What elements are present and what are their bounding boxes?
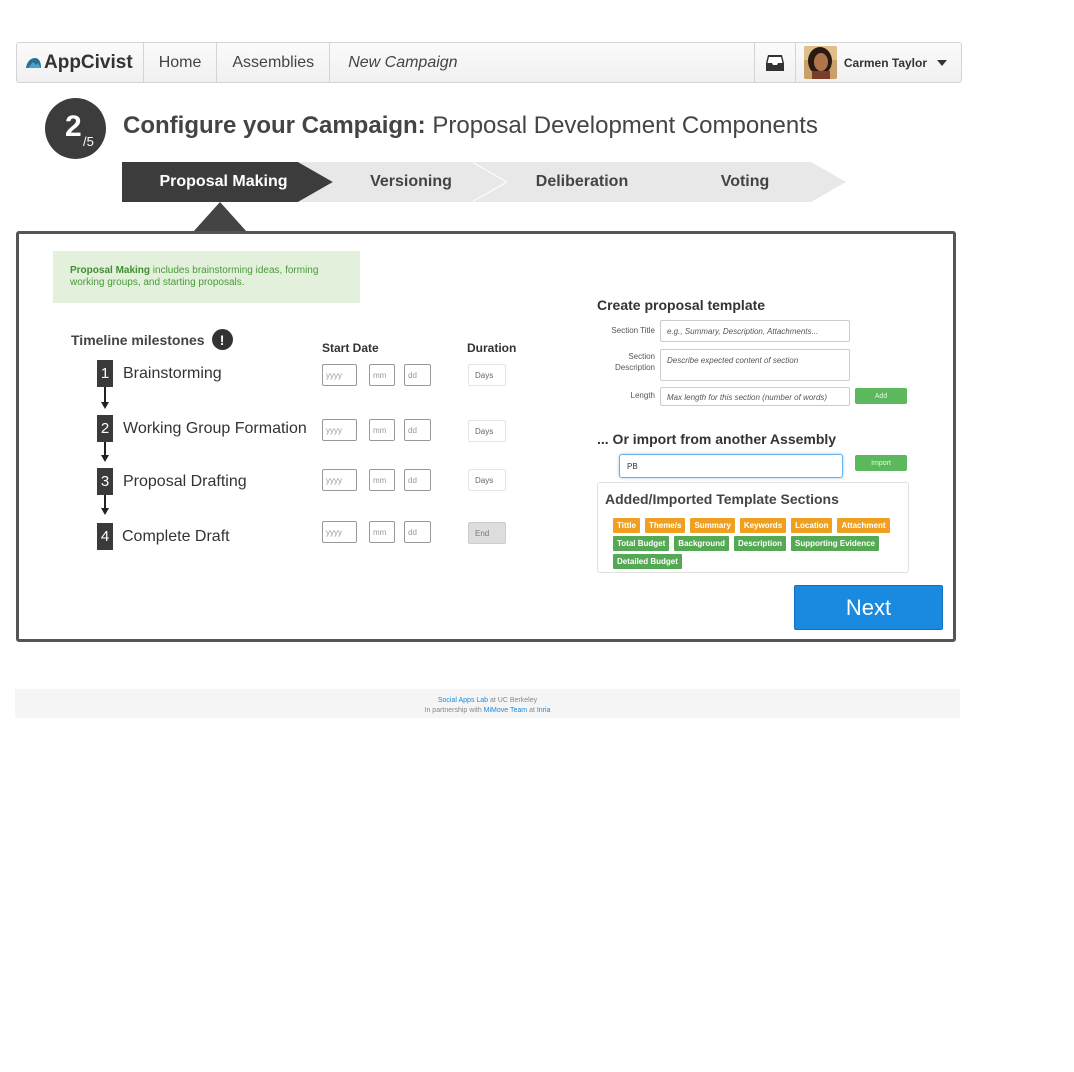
day-input[interactable]: dd <box>404 364 431 386</box>
duration-input[interactable]: Days <box>468 469 506 491</box>
page-title: Configure your Campaign: Proposal Develo… <box>123 112 818 140</box>
section-tag[interactable]: Tittle <box>613 518 640 533</box>
section-tag[interactable]: Theme/s <box>644 518 686 533</box>
section-tag[interactable]: Supporting Evidence <box>790 536 879 551</box>
milestone-label: Proposal Drafting <box>123 473 247 490</box>
milestone-number: 4 <box>97 523 113 550</box>
section-tag[interactable]: Detailed Budget <box>613 554 682 569</box>
year-input[interactable]: yyyy <box>322 469 357 491</box>
section-desc-label-line1: Section <box>628 352 655 361</box>
section-tag[interactable]: Description <box>733 536 786 551</box>
footer-line-2: In partnership with MiMove Team at Inria <box>15 706 960 716</box>
phase-steps: Proposal Making Versioning Deliberation … <box>122 162 846 202</box>
user-name: Carmen Taylor <box>843 55 927 70</box>
social-apps-lab-link[interactable]: Social Apps Lab <box>438 697 488 704</box>
milestone-number: 3 <box>97 468 113 495</box>
inria-link[interactable]: Inria <box>537 707 551 714</box>
section-tag[interactable]: Keywords <box>739 518 787 533</box>
section-tag[interactable]: Summary <box>690 518 735 533</box>
alert-icon[interactable]: ! <box>211 329 233 350</box>
length-label: Length <box>630 391 655 400</box>
duration-end: End <box>468 522 506 544</box>
milestone-number: 2 <box>97 415 113 442</box>
brand-name: AppCivist <box>44 51 133 73</box>
nav-assemblies[interactable]: Assemblies <box>217 43 331 82</box>
footer: Social Apps Lab at UC Berkeley In partne… <box>15 689 960 718</box>
month-input[interactable]: mm <box>369 419 395 441</box>
import-button[interactable]: Import <box>855 455 907 471</box>
nav-new-campaign[interactable]: New Campaign <box>330 43 472 82</box>
timeline-title-text: Timeline milestones <box>71 331 205 348</box>
section-tag[interactable]: Location <box>791 518 833 533</box>
step-total: /5 <box>83 134 94 149</box>
arrow-down-icon <box>101 508 109 515</box>
step-indicator: 2 /5 <box>45 98 106 159</box>
month-input[interactable]: mm <box>369 364 395 386</box>
user-menu[interactable]: Carmen Taylor <box>796 43 961 82</box>
section-tag[interactable]: Total Budget <box>613 536 670 551</box>
page-title-bold: Configure your Campaign: <box>123 112 426 139</box>
duration-header: Duration <box>467 341 517 355</box>
section-tag[interactable]: Attachment <box>837 518 890 533</box>
globe-icon <box>25 57 42 69</box>
arrow-down-icon <box>101 455 109 462</box>
page-title-sub: Proposal Development Components <box>432 112 818 139</box>
section-desc-label: Section Description <box>589 351 655 373</box>
section-title-field[interactable]: e.g., Summary, Description, Attachments.… <box>660 320 850 342</box>
next-button[interactable]: Next <box>794 585 943 630</box>
month-input[interactable]: mm <box>369 469 395 491</box>
section-tag[interactable]: Background <box>674 536 729 551</box>
milestone-label: Working Group Formation <box>123 420 307 437</box>
step-current: 2 <box>65 110 82 143</box>
top-navbar: AppCivist Home Assemblies New Campaign C… <box>16 42 962 83</box>
template-sections-box: Added/Imported Template Sections Tittle … <box>597 482 909 573</box>
year-input[interactable]: yyyy <box>322 364 357 386</box>
start-date-header: Start Date <box>322 341 379 355</box>
footer-at: at <box>527 707 537 714</box>
template-title: Create proposal template <box>597 297 766 313</box>
nav-home[interactable]: Home <box>144 43 218 82</box>
mimove-team-link[interactable]: MiMove Team <box>484 707 527 714</box>
import-assembly-input[interactable]: PB <box>619 454 843 478</box>
year-input[interactable]: yyyy <box>322 521 357 543</box>
brand-logo[interactable]: AppCivist <box>17 43 144 82</box>
active-phase-pointer <box>193 202 247 232</box>
day-input[interactable]: dd <box>404 419 431 441</box>
section-desc-label-line2: Description <box>614 363 655 372</box>
chevron-down-icon[interactable] <box>937 59 947 66</box>
add-section-button[interactable]: Add <box>855 388 907 404</box>
section-title-label: Section Title <box>611 326 655 335</box>
arrow-down-icon <box>101 402 109 409</box>
year-input[interactable]: yyyy <box>322 419 357 441</box>
config-panel: Proposal Making includes brainstorming i… <box>16 231 956 642</box>
day-input[interactable]: dd <box>404 469 431 491</box>
avatar <box>803 46 837 79</box>
milestone-label: Brainstorming <box>123 365 222 382</box>
month-input[interactable]: mm <box>369 521 395 543</box>
sections-title: Added/Imported Template Sections <box>605 491 839 507</box>
info-box: Proposal Making includes brainstorming i… <box>53 251 360 303</box>
milestone-label: Complete Draft <box>122 528 230 545</box>
import-title: ... Or import from another Assembly <box>597 431 837 447</box>
day-input[interactable]: dd <box>404 521 431 543</box>
info-bold: Proposal Making <box>70 265 151 276</box>
timeline-title: Timeline milestones ! <box>71 329 233 350</box>
milestone-number: 1 <box>97 360 113 387</box>
duration-input[interactable]: Days <box>468 420 506 442</box>
footer-line-1: Social Apps Lab at UC Berkeley <box>15 696 960 706</box>
footer-partner-prefix: In partnership with <box>424 707 484 714</box>
duration-input[interactable]: Days <box>468 364 506 386</box>
section-description-field[interactable]: Describe expected content of section <box>660 349 850 381</box>
phase-voting[interactable]: Voting <box>636 162 846 202</box>
length-field[interactable]: Max length for this section (number of w… <box>660 387 850 406</box>
inbox-icon[interactable] <box>753 43 796 82</box>
footer-lab-suffix: at UC Berkeley <box>488 697 538 704</box>
section-tags: Tittle Theme/s Summary Keywords Location… <box>613 518 909 569</box>
